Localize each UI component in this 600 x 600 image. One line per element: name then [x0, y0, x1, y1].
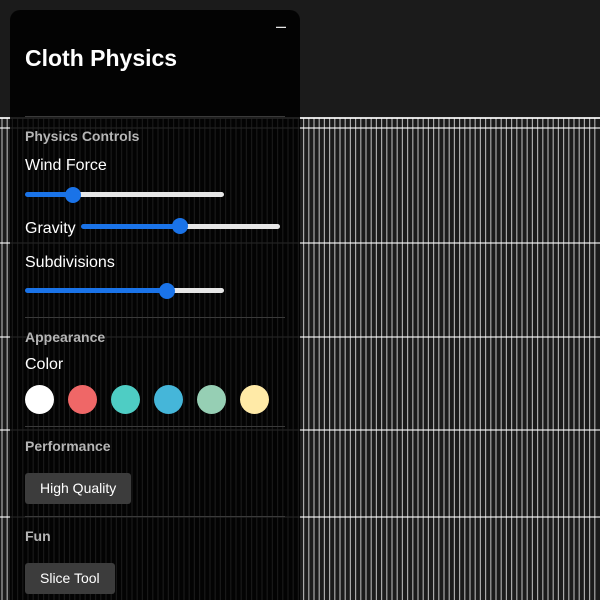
gravity-label: Gravity — [25, 220, 76, 237]
color-swatches — [25, 385, 285, 414]
color-swatch-teal[interactable] — [111, 385, 140, 414]
control-panel: – Cloth Physics Physics Controls Wind Fo… — [10, 10, 300, 600]
color-swatch-cream[interactable] — [240, 385, 269, 414]
divider — [25, 317, 285, 318]
color-swatch-sky-blue[interactable] — [154, 385, 183, 414]
color-swatch-white[interactable] — [25, 385, 54, 414]
minimize-button[interactable]: – — [274, 12, 288, 40]
section-performance: Performance — [25, 438, 111, 454]
wind-force-label: Wind Force — [25, 157, 107, 174]
panel-title: Cloth Physics — [25, 45, 178, 71]
gravity-slider[interactable] — [80, 223, 280, 229]
section-physics-controls: Physics Controls — [25, 128, 140, 144]
divider — [25, 426, 285, 427]
wind-force-slider[interactable] — [25, 192, 224, 197]
divider — [25, 516, 285, 517]
subdivisions-label: Subdivisions — [25, 254, 115, 271]
subdivisions-slider[interactable] — [25, 288, 224, 293]
section-fun: Fun — [25, 528, 51, 544]
slice-tool-button[interactable]: Slice Tool — [25, 563, 115, 594]
color-swatch-sage[interactable] — [197, 385, 226, 414]
color-label: Color — [25, 356, 64, 373]
cloth-scene[interactable]: – Cloth Physics Physics Controls Wind Fo… — [0, 0, 600, 600]
color-swatch-coral[interactable] — [68, 385, 97, 414]
section-appearance: Appearance — [25, 329, 106, 345]
high-quality-button[interactable]: High Quality — [25, 473, 132, 504]
divider — [25, 116, 285, 117]
